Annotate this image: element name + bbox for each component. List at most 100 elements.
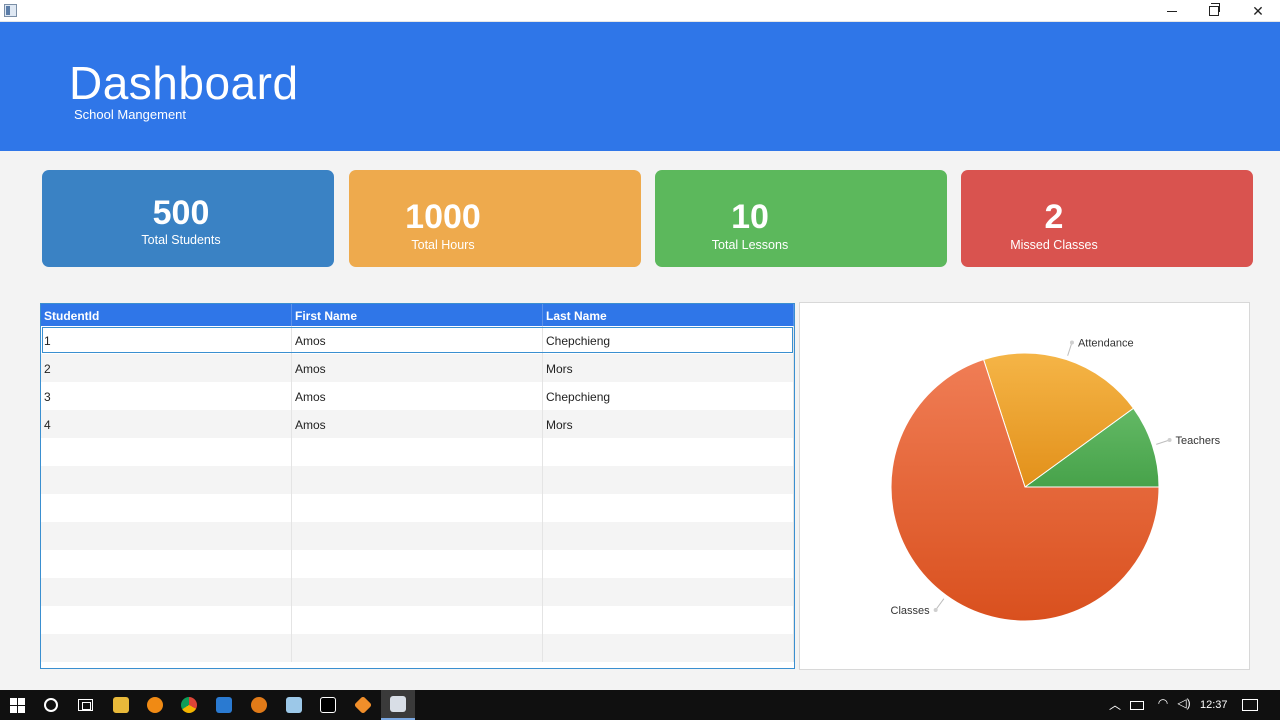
table-row[interactable]: 4 Amos Mors (41, 410, 794, 438)
task-view-icon (77, 699, 93, 711)
card-total-lessons[interactable]: 10 Total Lessons (655, 170, 947, 267)
cell-last-name: Chepchieng (543, 382, 794, 410)
pie-label-line (1067, 342, 1073, 356)
minimize-button[interactable] (1150, 0, 1194, 22)
card-label: Total Lessons (711, 238, 789, 252)
pie-label-teachers: Teachers (1176, 435, 1221, 447)
table-cell-empty (543, 466, 794, 494)
taskbar-chrome[interactable] (172, 690, 206, 720)
table-cell-empty (543, 606, 794, 634)
battery-icon[interactable] (1130, 701, 1144, 710)
page-title: Dashboard (69, 57, 299, 109)
restore-icon (1209, 3, 1220, 16)
taskbar-file-explorer[interactable] (104, 690, 138, 720)
table-cell-empty (292, 578, 543, 606)
card-value: 500 (152, 194, 210, 232)
java-app-icon (390, 696, 406, 712)
taskbar-search-app[interactable] (242, 690, 276, 720)
cortana-button[interactable] (34, 690, 68, 720)
column-header-studentid[interactable]: StudentId (41, 304, 292, 326)
table-row-empty[interactable] (41, 438, 794, 466)
cell-studentid: 1 (41, 326, 292, 354)
avast-icon (147, 697, 163, 713)
clock[interactable]: 12:37 (1200, 690, 1228, 720)
pie-label-line (1156, 439, 1170, 445)
table-cell-empty (543, 634, 794, 662)
card-total-students[interactable]: 500 Total Students (42, 170, 334, 267)
windows-icon (9, 697, 25, 713)
table-cell-empty (292, 438, 543, 466)
chevron-up-icon[interactable]: ︿ (1106, 696, 1124, 714)
card-total-hours[interactable]: 1000 Total Hours (349, 170, 641, 267)
table-header: StudentId First Name Last Name (41, 304, 794, 326)
cell-first-name: Amos (292, 410, 543, 438)
taskbar-sublime[interactable] (346, 690, 380, 720)
window-titlebar: ✕ (0, 0, 1280, 22)
taskbar-vscode[interactable] (207, 690, 241, 720)
table-cell-empty (292, 634, 543, 662)
table-row-empty[interactable] (41, 522, 794, 550)
taskbar-intellij[interactable] (311, 690, 345, 720)
table-cell-empty (41, 494, 292, 522)
card-value: 10 (731, 198, 769, 236)
table-cell-empty (292, 550, 543, 578)
table-cell-empty (292, 606, 543, 634)
table-cell-empty (41, 466, 292, 494)
cell-first-name: Amos (292, 354, 543, 382)
search-app-icon (251, 697, 267, 713)
table-row[interactable]: 3 Amos Chepchieng (41, 382, 794, 410)
pie-chart: Teachers Attendance Classes (890, 337, 1221, 622)
table-row[interactable]: 2 Amos Mors (41, 354, 794, 382)
table-cell-empty (543, 550, 794, 578)
table-cell-empty (292, 466, 543, 494)
table-cell-empty (41, 438, 292, 466)
table-row-empty[interactable] (41, 606, 794, 634)
wifi-icon[interactable]: ◠ (1154, 696, 1172, 714)
table-row-empty[interactable] (41, 494, 794, 522)
table-cell-empty (543, 578, 794, 606)
taskbar-photos[interactable] (277, 690, 311, 720)
task-view-button[interactable] (68, 690, 102, 720)
volume-icon[interactable]: ◁) (1175, 696, 1193, 714)
column-header-first-name[interactable]: First Name (292, 304, 543, 326)
file-explorer-icon (113, 697, 129, 713)
table-cell-empty (292, 494, 543, 522)
taskbar: ︿ ◠ ◁) 12:37 (0, 690, 1280, 720)
card-missed-classes[interactable]: 2 Missed Classes (961, 170, 1253, 267)
table-row-empty[interactable] (41, 466, 794, 494)
card-value: 1000 (405, 198, 481, 236)
table-row-empty[interactable] (41, 550, 794, 578)
app-icon (4, 4, 17, 17)
pie-label-attendance: Attendance (1078, 337, 1134, 349)
cortana-icon (44, 698, 58, 712)
table-cell-empty (41, 550, 292, 578)
intellij-icon (320, 697, 336, 713)
table-body: 1 Amos Chepchieng 2 Amos Mors 3 Amos Che… (41, 326, 794, 662)
maximize-button[interactable] (1192, 0, 1236, 22)
notification-icon[interactable] (1242, 699, 1258, 711)
table-row-empty[interactable] (41, 578, 794, 606)
pie-label-classes: Classes (891, 605, 931, 617)
column-header-last-name[interactable]: Last Name (543, 304, 794, 326)
table-row-empty[interactable] (41, 634, 794, 662)
taskbar-java-app[interactable] (381, 690, 415, 720)
students-table[interactable]: StudentId First Name Last Name 1 Amos Ch… (40, 303, 795, 669)
table-cell-empty (41, 578, 292, 606)
table-cell-empty (292, 522, 543, 550)
taskbar-avast[interactable] (138, 690, 172, 720)
start-button[interactable] (0, 690, 34, 720)
pie-label-dot (933, 607, 938, 612)
pie-label-dot (1069, 340, 1074, 345)
close-icon: ✕ (1252, 2, 1264, 19)
card-label: Total Students (141, 233, 221, 247)
vscode-icon (216, 697, 232, 713)
table-row[interactable]: 1 Amos Chepchieng (41, 326, 794, 354)
table-cell-empty (41, 606, 292, 634)
close-button[interactable]: ✕ (1236, 0, 1280, 22)
pie-chart-panel: Teachers Attendance Classes (799, 302, 1250, 670)
page-subtitle: School Mangement (74, 107, 187, 122)
card-value: 2 (1044, 198, 1064, 236)
cell-first-name: Amos (292, 382, 543, 410)
table-cell-empty (543, 438, 794, 466)
cell-last-name: Chepchieng (543, 326, 794, 354)
